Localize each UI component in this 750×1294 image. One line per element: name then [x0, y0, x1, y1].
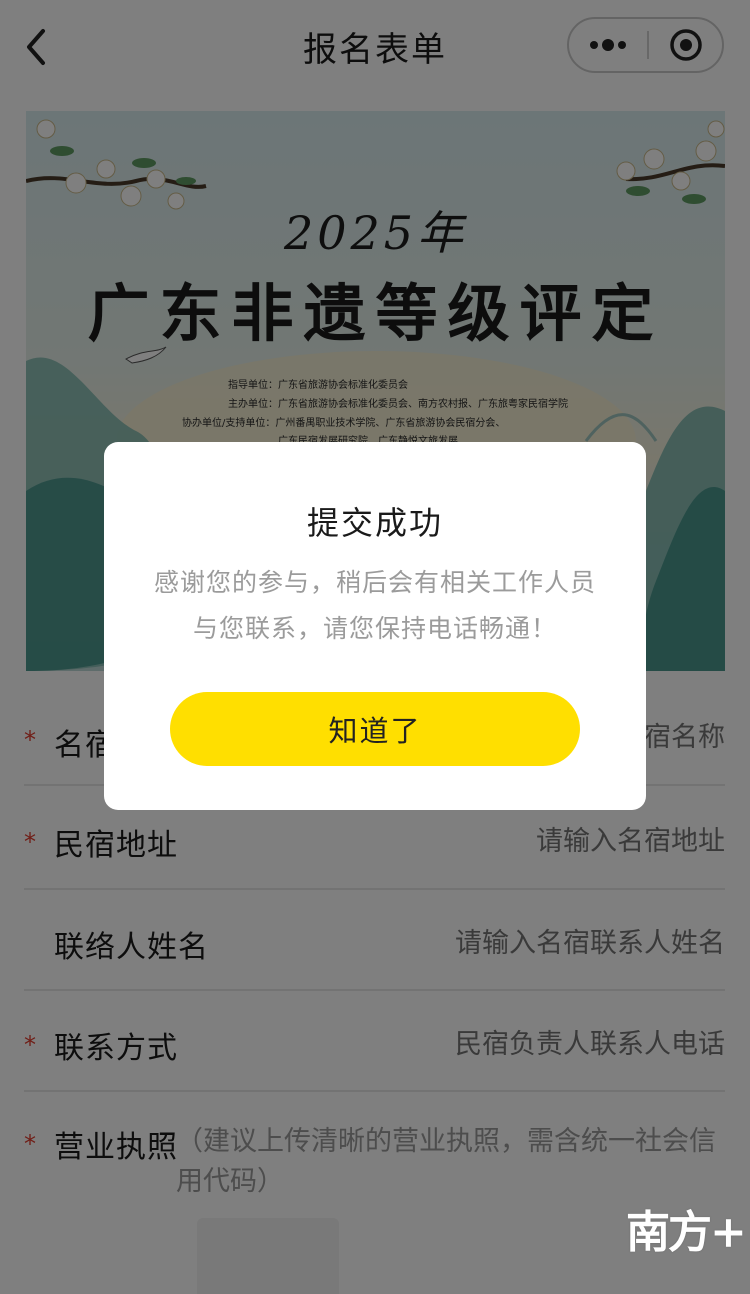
success-dialog: 提交成功 感谢您的参与，稍后会有相关工作人员 与您联系，请您保持电话畅通！ 知道…: [104, 442, 646, 810]
page: 报名表单: [0, 0, 750, 1294]
confirm-button[interactable]: 知道了: [170, 692, 580, 766]
dialog-message: 感谢您的参与，稍后会有相关工作人员 与您联系，请您保持电话畅通！: [104, 560, 646, 652]
dialog-message-line: 感谢您的参与，稍后会有相关工作人员: [153, 568, 596, 597]
nanfang-plus-watermark: 南方+: [626, 1207, 747, 1258]
dialog-title: 提交成功: [306, 504, 443, 542]
dialog-message-line: 与您联系，请您保持电话畅通！: [192, 614, 557, 643]
